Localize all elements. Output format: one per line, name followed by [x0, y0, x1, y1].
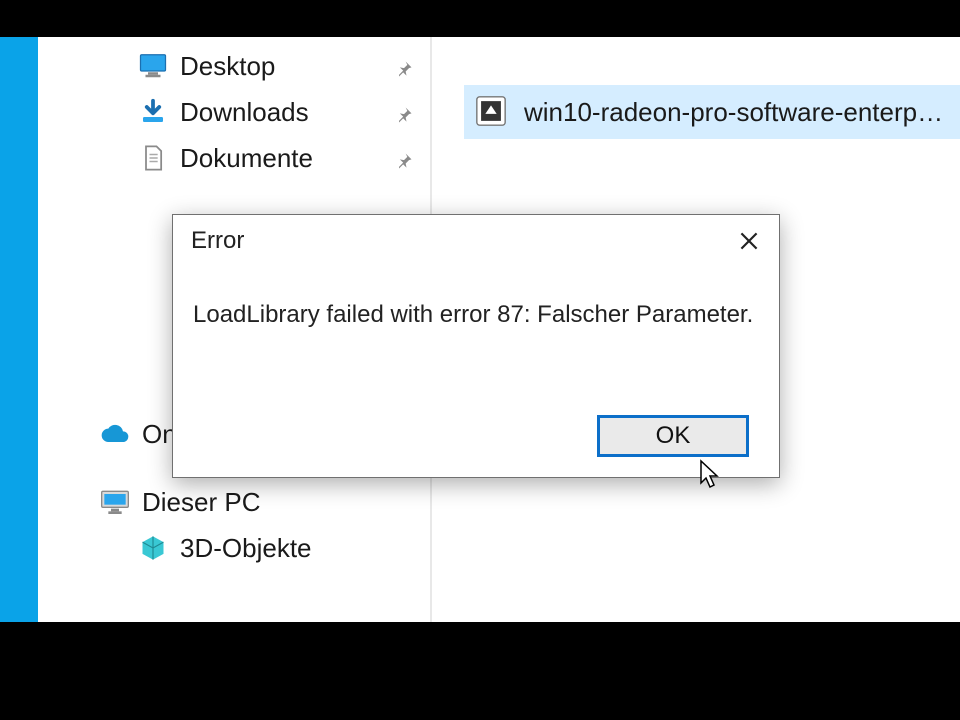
monitor-icon [136, 49, 170, 83]
sidebar-item-label: 3D-Objekte [180, 533, 312, 564]
pin-icon [394, 55, 416, 77]
desktop-background-strip [0, 37, 38, 622]
sidebar-item-label: Downloads [180, 97, 309, 128]
pin-icon [394, 101, 416, 123]
sidebar-item-documents[interactable]: Dokumente [136, 135, 416, 181]
error-dialog: Error LoadLibrary failed with error 87: … [172, 214, 780, 478]
sidebar-item-desktop[interactable]: Desktop [136, 43, 416, 89]
ok-button-label: OK [656, 422, 691, 450]
computer-icon [98, 485, 132, 519]
explorer-window: Desktop Downloads Dokumente [38, 37, 960, 622]
sidebar-item-label: Desktop [180, 51, 275, 82]
sidebar-item-this-pc[interactable]: Dieser PC [98, 479, 416, 525]
dialog-title: Error [191, 227, 244, 255]
installer-icon [474, 94, 510, 130]
download-icon [136, 95, 170, 129]
document-icon [136, 141, 170, 175]
pin-icon [394, 147, 416, 169]
file-list-item[interactable]: win10-radeon-pro-software-enterprise-1..… [464, 85, 960, 139]
close-button[interactable] [719, 215, 779, 267]
ok-button[interactable]: OK [597, 415, 749, 457]
sidebar-item-downloads[interactable]: Downloads [136, 89, 416, 135]
close-icon [736, 228, 762, 254]
sidebar-item-label: Dieser PC [142, 487, 260, 518]
cube-icon [136, 531, 170, 565]
dialog-message: LoadLibrary failed with error 87: Falsch… [173, 267, 779, 329]
sidebar-item-3d-objects[interactable]: 3D-Objekte [136, 525, 416, 571]
sidebar-item-label: Dokumente [180, 143, 313, 174]
dialog-titlebar[interactable]: Error [173, 215, 779, 267]
file-name: win10-radeon-pro-software-enterprise-1..… [524, 97, 950, 128]
cloud-icon [98, 417, 132, 451]
